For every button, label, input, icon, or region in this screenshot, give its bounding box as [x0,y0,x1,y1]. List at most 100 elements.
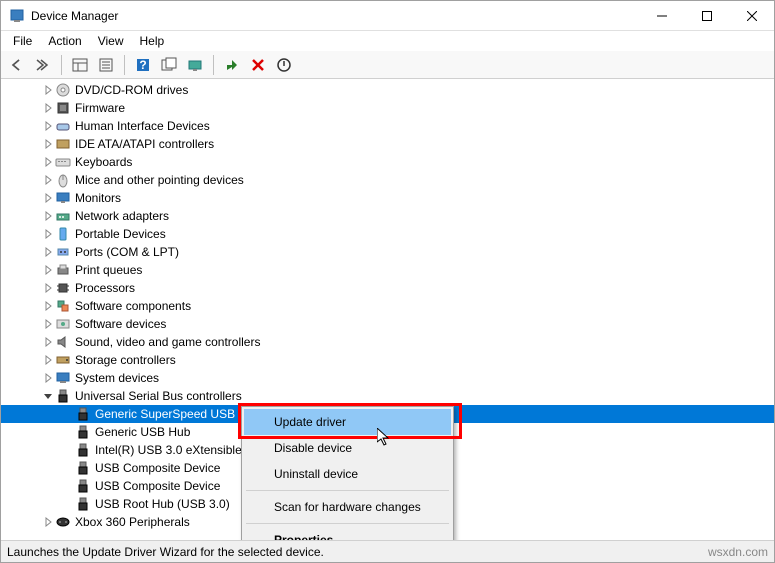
tree-node[interactable]: Mice and other pointing devices [1,171,774,189]
collapse-icon[interactable] [41,391,55,401]
xbox-icon [55,514,71,530]
toolbar-separator [213,55,214,75]
expand-icon[interactable] [41,157,55,167]
tree-node-label: Keyboards [75,155,132,169]
tree-node[interactable]: Software components [1,297,774,315]
app-icon [9,8,25,24]
expand-icon[interactable] [41,121,55,131]
mouse-icon [55,172,71,188]
expand-icon[interactable] [41,193,55,203]
expand-icon[interactable] [41,211,55,221]
expand-icon[interactable] [41,85,55,95]
tree-node[interactable]: Universal Serial Bus controllers [1,387,774,405]
menu-view[interactable]: View [90,32,132,50]
context-menu: Update driver Disable device Uninstall d… [241,406,454,556]
expand-icon[interactable] [41,103,55,113]
tree-node[interactable]: Portable Devices [1,225,774,243]
scan-button[interactable] [183,53,207,77]
disc-icon [55,82,71,98]
menu-file[interactable]: File [5,32,40,50]
menu-help[interactable]: Help [132,32,173,50]
system-icon [55,370,71,386]
tree-node-label: Intel(R) USB 3.0 eXtensible Ho [95,443,260,457]
back-button[interactable] [5,53,29,77]
ctx-scan-hardware[interactable]: Scan for hardware changes [244,494,451,520]
usb-icon [75,478,91,494]
tree-node[interactable]: IDE ATA/ATAPI controllers [1,135,774,153]
tree-node-label: USB Root Hub (USB 3.0) [95,497,230,511]
close-button[interactable] [729,1,774,30]
tree-node-label: Ports (COM & LPT) [75,245,179,259]
menubar: File Action View Help [1,31,774,51]
usb-icon [75,424,91,440]
printer-icon [55,262,71,278]
tree-node-label: Network adapters [75,209,169,223]
expand-icon[interactable] [41,301,55,311]
expand-icon[interactable] [41,319,55,329]
tree-node[interactable]: Storage controllers [1,351,774,369]
expand-icon[interactable] [41,265,55,275]
disable-button[interactable] [272,53,296,77]
tree-node-label: Firmware [75,101,125,115]
tree-node[interactable]: Sound, video and game controllers [1,333,774,351]
tree-node[interactable]: Monitors [1,189,774,207]
expand-icon[interactable] [41,247,55,257]
expand-icon[interactable] [41,373,55,383]
statusbar: Launches the Update Driver Wizard for th… [1,540,774,562]
toolbar: ? [1,51,774,79]
tree-node[interactable]: Network adapters [1,207,774,225]
toolbar-separator [124,55,125,75]
tree-node-label: USB Composite Device [95,479,220,493]
expand-icon[interactable] [41,337,55,347]
ctx-update-driver[interactable]: Update driver [244,409,451,435]
brand-text: wsxdn.com [708,545,768,559]
cpu-icon [55,280,71,296]
toolbar-separator [61,55,62,75]
usb-icon [75,460,91,476]
ctx-uninstall-device[interactable]: Uninstall device [244,461,451,487]
tree-node-label: System devices [75,371,159,385]
tree-node[interactable]: Firmware [1,99,774,117]
action-button[interactable] [157,53,181,77]
uninstall-button[interactable] [246,53,270,77]
status-text: Launches the Update Driver Wizard for th… [7,545,324,559]
show-hide-tree-button[interactable] [68,53,92,77]
maximize-button[interactable] [684,1,729,30]
usb-icon [75,496,91,512]
expand-icon[interactable] [41,355,55,365]
tree-node-label: Sound, video and game controllers [75,335,260,349]
expand-icon[interactable] [41,175,55,185]
tree-node[interactable]: System devices [1,369,774,387]
update-driver-button[interactable] [220,53,244,77]
expand-icon[interactable] [41,139,55,149]
expand-icon[interactable] [41,229,55,239]
tree-node[interactable]: Ports (COM & LPT) [1,243,774,261]
expand-icon[interactable] [41,517,55,527]
tree-node[interactable]: Software devices [1,315,774,333]
tree-node[interactable]: Human Interface Devices [1,117,774,135]
tree-node-label: Software components [75,299,191,313]
tree-node[interactable]: Processors [1,279,774,297]
expand-icon[interactable] [41,283,55,293]
tree-node-label: Software devices [75,317,166,331]
tree-node[interactable]: Keyboards [1,153,774,171]
tree-node-label: Generic USB Hub [95,425,190,439]
forward-button[interactable] [31,53,55,77]
minimize-button[interactable] [639,1,684,30]
tree-node-label: IDE ATA/ATAPI controllers [75,137,214,151]
usb-icon [55,388,71,404]
menu-action[interactable]: Action [40,32,89,50]
window-controls [639,1,774,30]
context-separator [246,490,449,491]
port-icon [55,244,71,260]
tree-node-label: DVD/CD-ROM drives [75,83,188,97]
tree-node-label: Print queues [75,263,142,277]
storage-icon [55,352,71,368]
help-button[interactable]: ? [131,53,155,77]
ctx-disable-device[interactable]: Disable device [244,435,451,461]
usb-icon [75,406,91,422]
properties-button[interactable] [94,53,118,77]
tree-node[interactable]: Print queues [1,261,774,279]
tree-node[interactable]: DVD/CD-ROM drives [1,81,774,99]
tree-node-label: Processors [75,281,135,295]
